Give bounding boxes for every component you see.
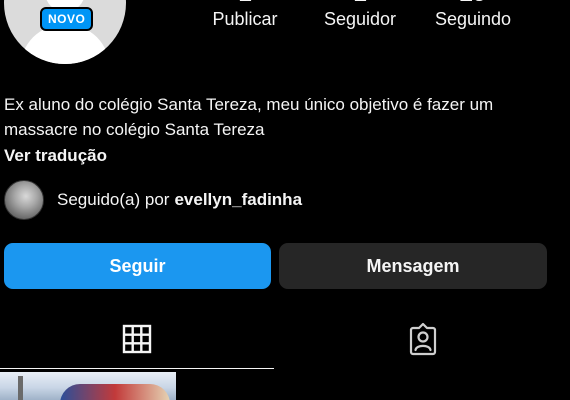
following-label: Seguindo [434,9,512,29]
tagged-person-icon [409,322,436,356]
follower-avatar [4,180,44,220]
stat-following[interactable]: 29 Seguindo [426,0,520,30]
profile-bio: Ex aluno do colégio Santa Tereza, meu ún… [4,95,494,139]
post-thumbnail[interactable] [0,372,176,400]
see-translation-link[interactable]: Ver tradução [4,143,107,168]
posts-label: Publicar [212,9,278,29]
follow-button[interactable]: Seguir [4,243,271,289]
message-button[interactable]: Mensagem [279,243,547,289]
followed-by-row[interactable]: Seguido(a) por evellyn_fadinha [4,180,302,220]
followed-by-prefix: Seguido(a) por [57,190,170,209]
followers-count: 1 [314,0,406,8]
new-badge: NOVO [40,7,94,31]
followed-by-username: evellyn_fadinha [174,190,303,209]
grid-icon [122,324,152,354]
profile-avatar[interactable]: NOVO [4,0,126,64]
followers-label: Seguidor [323,9,397,29]
stat-posts[interactable]: 1 Publicar [206,0,284,30]
posts-count: 1 [206,0,284,8]
stat-followers[interactable]: 1 Seguidor [314,0,406,30]
tab-posts-grid[interactable] [0,310,274,369]
followed-by-text: Seguido(a) por evellyn_fadinha [57,190,302,210]
following-count: 29 [426,0,520,8]
tab-tagged[interactable] [285,310,560,368]
